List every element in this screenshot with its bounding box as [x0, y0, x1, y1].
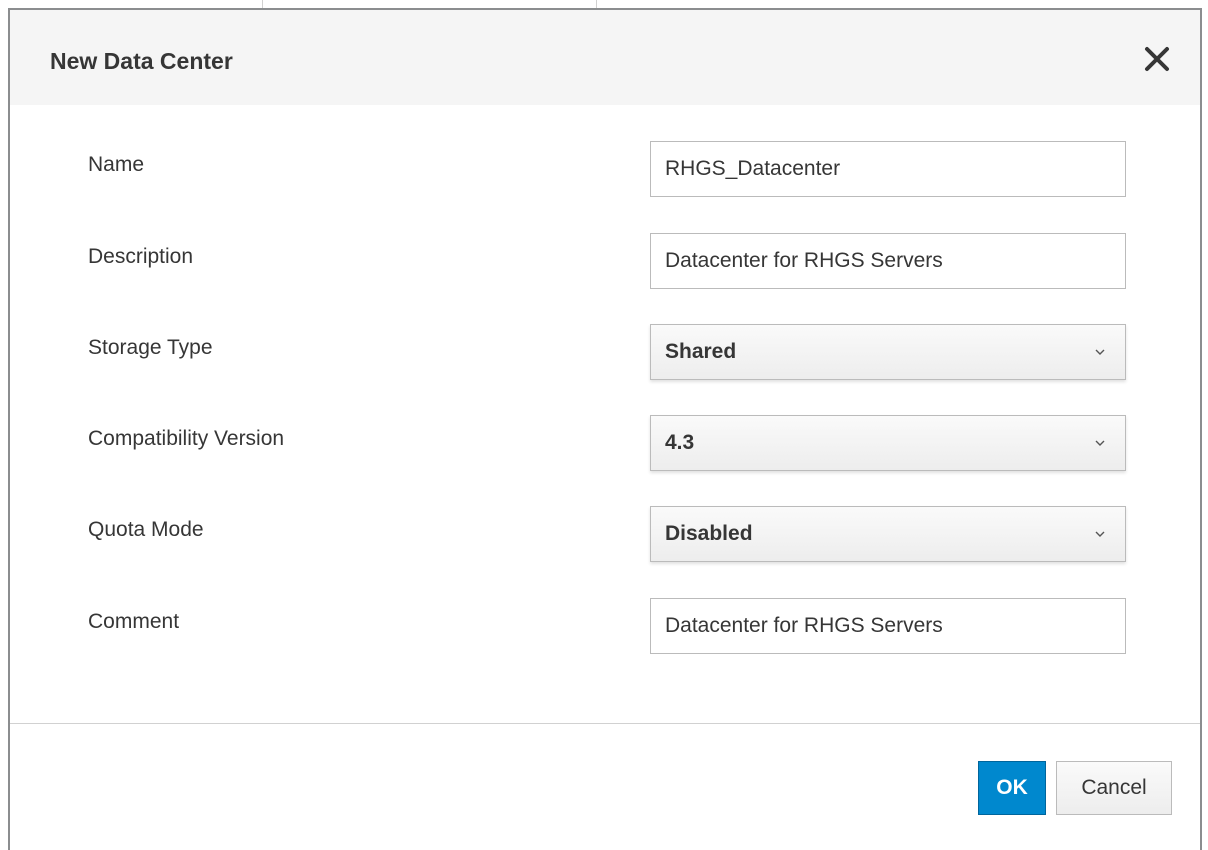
- chevron-down-icon: [1095, 349, 1105, 355]
- page: New Data Center Name Description Storage…: [0, 0, 1208, 850]
- compatibility-version-select[interactable]: 4.3: [650, 415, 1126, 471]
- quota-mode-label: Quota Mode: [88, 518, 204, 541]
- chevron-down-icon: [1095, 531, 1105, 537]
- description-row: Description: [10, 233, 1200, 291]
- storage-type-value: Shared: [665, 340, 737, 363]
- name-row: Name: [10, 141, 1200, 199]
- footer-divider: [10, 723, 1200, 724]
- quota-mode-row: Quota Mode Disabled: [10, 506, 1200, 564]
- compatibility-version-value: 4.3: [665, 431, 695, 454]
- storage-type-select[interactable]: Shared: [650, 324, 1126, 380]
- name-input[interactable]: [650, 141, 1126, 197]
- cancel-button[interactable]: Cancel: [1056, 761, 1172, 815]
- ok-button[interactable]: OK: [978, 761, 1046, 815]
- storage-type-row: Storage Type Shared: [10, 324, 1200, 382]
- chevron-down-icon: [1095, 440, 1105, 446]
- storage-type-label: Storage Type: [88, 336, 213, 359]
- description-label: Description: [88, 245, 194, 268]
- new-data-center-dialog: New Data Center Name Description Storage…: [8, 8, 1202, 850]
- quota-mode-select[interactable]: Disabled: [650, 506, 1126, 562]
- comment-row: Comment: [10, 598, 1200, 656]
- comment-label: Comment: [88, 610, 180, 633]
- description-input[interactable]: [650, 233, 1126, 289]
- compatibility-version-label: Compatibility Version: [88, 427, 285, 450]
- name-label: Name: [88, 153, 145, 176]
- comment-input[interactable]: [650, 598, 1126, 654]
- close-icon: [1145, 47, 1169, 71]
- dialog-title: New Data Center: [50, 48, 233, 74]
- dialog-header: New Data Center: [10, 10, 1200, 105]
- compatibility-version-row: Compatibility Version 4.3: [10, 415, 1200, 473]
- close-button[interactable]: [1140, 42, 1174, 76]
- quota-mode-value: Disabled: [665, 522, 753, 545]
